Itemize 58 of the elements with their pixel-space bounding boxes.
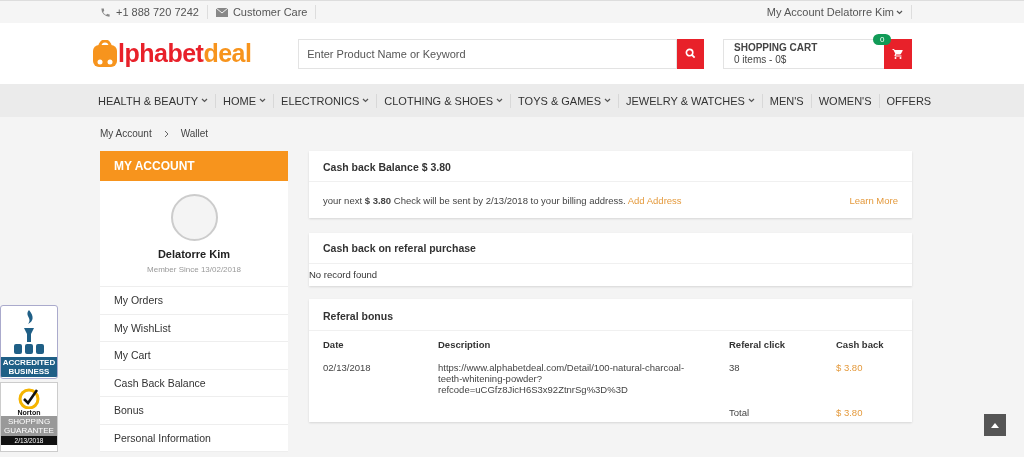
table-cell-text: 02/13/2018: [323, 362, 372, 375]
avatar: [170, 194, 218, 241]
column-header: Date: [323, 339, 345, 350]
chevron-right-icon: [163, 130, 169, 138]
nav-item[interactable]: CLOTHING & SHOES: [376, 93, 511, 108]
total-value: $ 3.80: [836, 407, 864, 418]
balance-message: your next $ 3.80 Check will be sent by 2/13/2018 to your billing address.: [323, 194, 626, 206]
member-since: Member Since 13/02/2018: [147, 265, 241, 274]
sidebar-item[interactable]: My Cart: [100, 342, 288, 370]
mail-icon: [215, 7, 228, 17]
shopping-bag-icon: [92, 39, 118, 68]
nav-item[interactable]: JEWELRY & WATCHES: [618, 93, 762, 108]
card-title: Cash back Balance $ 3.80: [309, 151, 912, 182]
norton-caption: SHOPPING GUARANTEE: [1, 416, 57, 436]
bbb-badge[interactable]: ACCREDITED BUSINESS: [0, 305, 58, 379]
account-menu[interactable]: My Account Delatorre Kim: [766, 6, 894, 18]
arrow-up-icon: [991, 422, 999, 428]
checkmark-icon: [18, 387, 40, 409]
sidebar-item[interactable]: Cash Back Balance: [100, 369, 288, 397]
sidebar-item[interactable]: My WishList: [100, 314, 288, 342]
nav-item[interactable]: WOMEN'S: [810, 93, 879, 108]
sidebar-header: MY ACCOUNT: [100, 151, 288, 181]
search-button[interactable]: [677, 38, 704, 69]
cart-count-badge: 0: [873, 33, 892, 45]
sidebar-item[interactable]: Personal Information: [100, 424, 288, 452]
torch-icon: [21, 309, 37, 343]
caret-icon: [896, 9, 903, 15]
sidebar-item[interactable]: My Orders: [100, 287, 288, 315]
nav-item[interactable]: MEN'S: [761, 93, 811, 108]
bbb-logo-icon: [14, 343, 44, 355]
table-cell-text: 38: [729, 362, 741, 375]
bbb-caption: ACCREDITED BUSINESS: [1, 357, 57, 377]
phone-icon: [100, 6, 111, 18]
total-label: Total: [729, 407, 751, 418]
column-header: Description: [438, 339, 492, 350]
customer-care-link[interactable]: Customer Care: [232, 6, 308, 18]
sidebar-item[interactable]: Bonus: [100, 397, 288, 425]
breadcrumb-item[interactable]: My Account: [100, 128, 152, 139]
table-cell-text: https://www.alphabetdeal.com/Detail/100-natural-charcoal-teeth-whitening-powder?refcode=uCGfz8JicH6S3x92ZtnrSg%3D%3D: [438, 362, 686, 395]
user-name: Delatorre Kim: [157, 248, 231, 260]
card-title: Referal bonus: [309, 299, 912, 331]
search-icon: [685, 48, 697, 59]
nav-item[interactable]: HOME: [215, 93, 274, 108]
breadcrumb-item[interactable]: Wallet: [180, 128, 209, 139]
card-title: Cash back on referal purchase: [309, 233, 912, 264]
cart-icon: [892, 47, 904, 60]
logo-text[interactable]: lphabetdeal: [118, 39, 252, 68]
nav-item[interactable]: ELECTRONICS: [273, 93, 377, 108]
nav-item[interactable]: HEALTH & BEAUTY: [92, 93, 216, 108]
phone-number: +1 888 720 7242: [116, 6, 199, 18]
column-header: Referal click: [729, 339, 786, 350]
scroll-top-button[interactable]: [984, 414, 1006, 436]
cart-button[interactable]: [884, 38, 912, 69]
nav-item[interactable]: OFFERS: [878, 93, 939, 108]
column-header: Cash back: [836, 339, 885, 350]
empty-message: No record found: [309, 268, 379, 282]
nav-item[interactable]: TOYS & GAMES: [510, 93, 619, 108]
table-cell-text: $ 3.80: [836, 362, 864, 375]
